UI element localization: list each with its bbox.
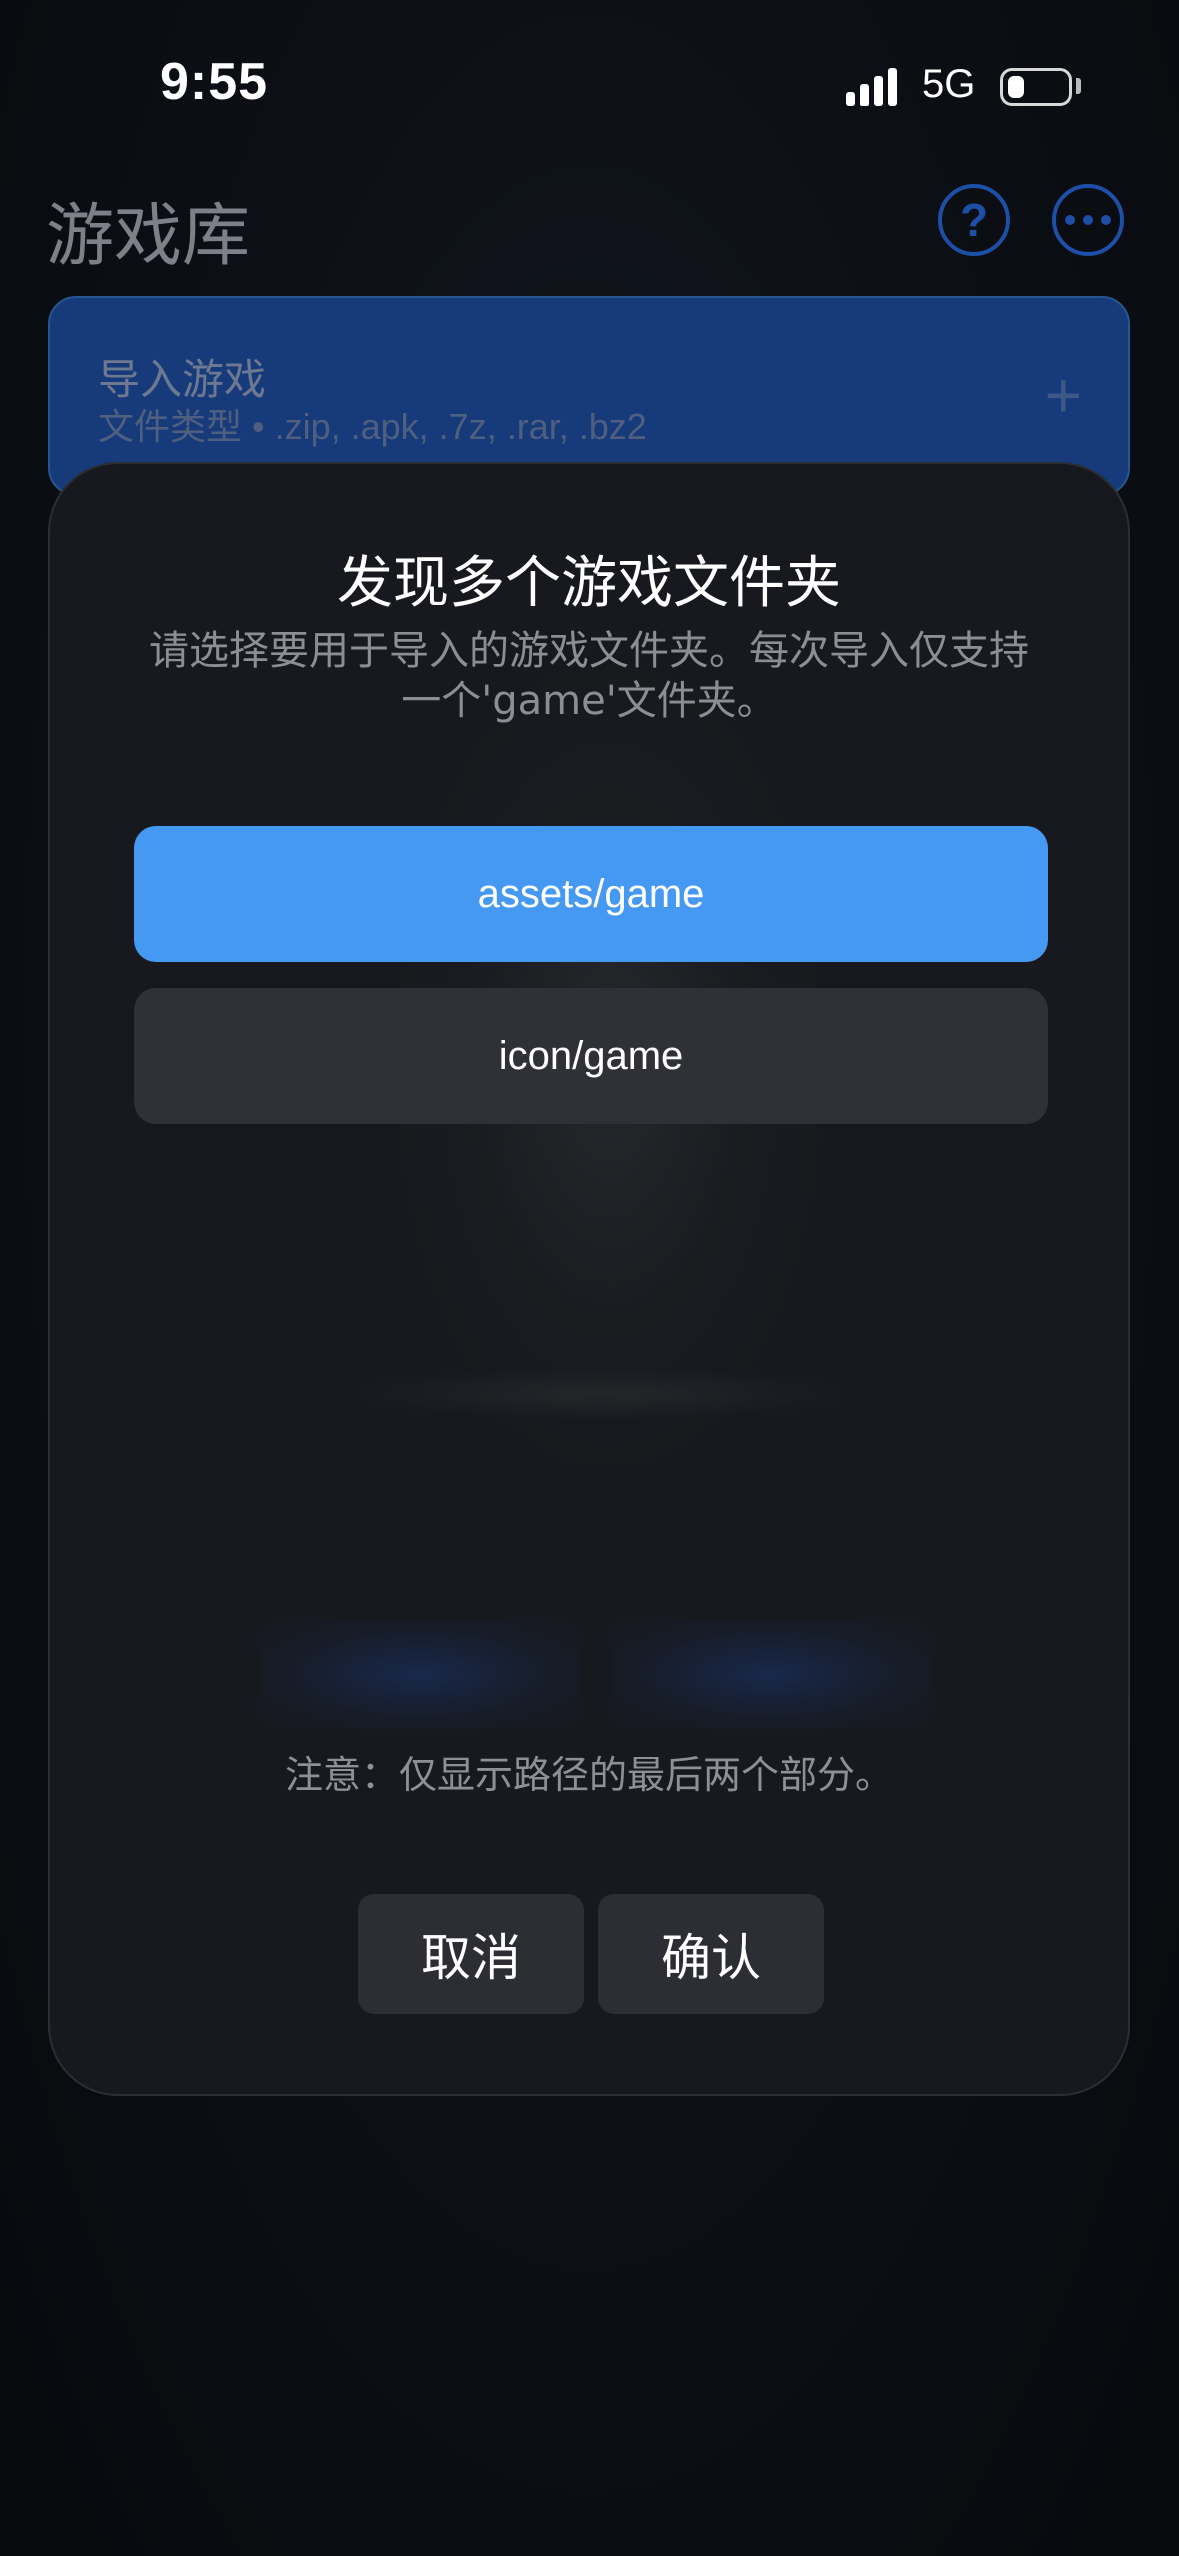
dialog-description: 请选择要用于导入的游戏文件夹。每次导入仅支持一个'game'文件夹。 — [149, 628, 1029, 724]
confirm-label: 确认 — [661, 1929, 761, 1987]
folder-option-label: icon/game — [498, 1033, 684, 1078]
folder-option-label: assets/game — [477, 871, 705, 916]
folder-option-icon-game[interactable]: icon/game — [134, 988, 1048, 1124]
battery-icon — [1000, 68, 1072, 106]
help-icon: ? — [959, 194, 989, 246]
import-file-types: 文件类型 • .zip, .apk, .7z, .rar, .bz2 — [98, 406, 647, 447]
blurred-background-text — [360, 1369, 840, 1419]
more-icon — [1065, 215, 1111, 225]
plus-icon: + — [1044, 359, 1082, 431]
cancel-button[interactable]: 取消 — [358, 1894, 584, 2014]
folder-select-dialog: 发现多个游戏文件夹 请选择要用于导入的游戏文件夹。每次导入仅支持一个'game'… — [48, 462, 1130, 2096]
signal-icon — [846, 68, 897, 106]
blurred-background-button — [260, 1619, 580, 1729]
more-button[interactable] — [1052, 184, 1124, 256]
dialog-note: 注意：仅显示路径的最后两个部分。 — [284, 1753, 893, 1797]
help-button[interactable]: ? — [938, 184, 1010, 256]
cancel-label: 取消 — [421, 1929, 521, 1987]
battery-cap — [1076, 78, 1081, 94]
folder-option-assets-game[interactable]: assets/game — [134, 826, 1048, 962]
network-label: 5G — [922, 62, 976, 106]
page-title: 游戏库 — [46, 197, 251, 276]
status-time: 9:55 — [160, 53, 269, 111]
blurred-background-button — [610, 1619, 930, 1729]
confirm-button[interactable]: 确认 — [598, 1894, 824, 2014]
dialog-title: 发现多个游戏文件夹 — [337, 551, 841, 616]
